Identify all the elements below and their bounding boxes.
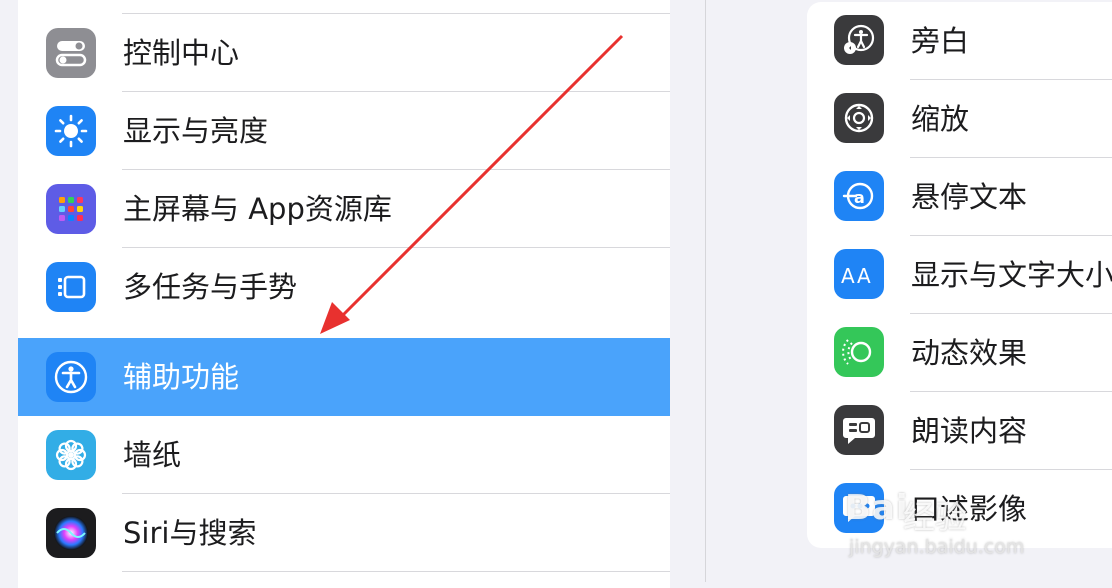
sidebar-item-multitasking-gestures[interactable]: 多任务与手势	[18, 248, 670, 326]
list-item-label: 缩放	[911, 102, 970, 136]
list-item-spoken-content[interactable]: 朗读内容	[807, 392, 1112, 470]
list-item-label: 旁白	[911, 24, 970, 58]
list-item-voiceover[interactable]: 旁白	[807, 2, 1112, 80]
sidebar-item-label: 主屏幕与 App资源库	[123, 192, 392, 226]
sidebar-item-label: Siri与搜索	[123, 516, 257, 550]
pane-divider	[705, 0, 706, 582]
sidebar-item-general[interactable]: 通用	[18, 0, 670, 14]
svg-text:A: A	[857, 264, 871, 288]
sidebar-item-home-screen-app-library[interactable]: 主屏幕与 App资源库	[18, 170, 670, 248]
toggle-switches-icon	[46, 28, 96, 78]
sidebar-item-wallpaper[interactable]: 墙纸	[18, 416, 670, 494]
app-grid-icon	[46, 184, 96, 234]
list-item-label: 动态效果	[911, 336, 1028, 370]
voiceover-icon	[834, 15, 884, 65]
motion-icon	[834, 327, 884, 377]
zoom-icon	[834, 93, 884, 143]
flower-wallpaper-icon	[46, 430, 96, 480]
list-item-display-text-size[interactable]: A A 显示与文字大小	[807, 236, 1112, 314]
sidebar-item-label: 显示与亮度	[123, 114, 269, 148]
watermark-url: jingyan.baidu.com	[849, 536, 1025, 558]
text-size-icon: A A	[834, 249, 884, 299]
siri-icon	[46, 508, 96, 558]
list-item-zoom[interactable]: 缩放	[807, 80, 1112, 158]
hover-text-icon: a	[834, 171, 884, 221]
sidebar-item-siri-search[interactable]: Siri与搜索	[18, 494, 670, 572]
baidu-jingyan-watermark: Bai 经验 jingyan.baidu.com	[845, 488, 1065, 568]
sun-brightness-icon	[46, 106, 96, 156]
svg-text:A: A	[841, 264, 855, 288]
watermark-logo: Bai	[845, 488, 909, 528]
spoken-content-icon	[834, 405, 884, 455]
multitask-icon	[46, 262, 96, 312]
sidebar-item-label: 控制中心	[123, 36, 240, 70]
svg-text:a: a	[854, 188, 865, 207]
settings-sidebar: 通用 控制中心 显示与亮度	[18, 0, 670, 588]
list-item-hover-text[interactable]: a 悬停文本	[807, 158, 1112, 236]
list-item-motion[interactable]: 动态效果	[807, 314, 1112, 392]
divider	[122, 571, 670, 572]
sidebar-item-accessibility[interactable]: 辅助功能	[18, 338, 670, 416]
sidebar-item-control-center[interactable]: 控制中心	[18, 14, 670, 92]
list-item-label: 显示与文字大小	[911, 258, 1112, 292]
sidebar-item-label: 通用	[123, 0, 181, 14]
watermark-text: 经验	[903, 498, 968, 536]
sidebar-item-label: 墙纸	[123, 438, 182, 472]
list-item-label: 朗读内容	[911, 414, 1028, 448]
list-item-label: 悬停文本	[911, 180, 1028, 214]
accessibility-options-list: 旁白 缩放 a 悬停文本 A A 显示与文字大小 动态效果 朗读内容 口述影像	[807, 2, 1112, 548]
sidebar-item-label: 辅助功能	[123, 360, 240, 394]
sidebar-item-display-brightness[interactable]: 显示与亮度	[18, 92, 670, 170]
accessibility-person-icon	[46, 352, 96, 402]
sidebar-item-label: 多任务与手势	[123, 270, 298, 304]
